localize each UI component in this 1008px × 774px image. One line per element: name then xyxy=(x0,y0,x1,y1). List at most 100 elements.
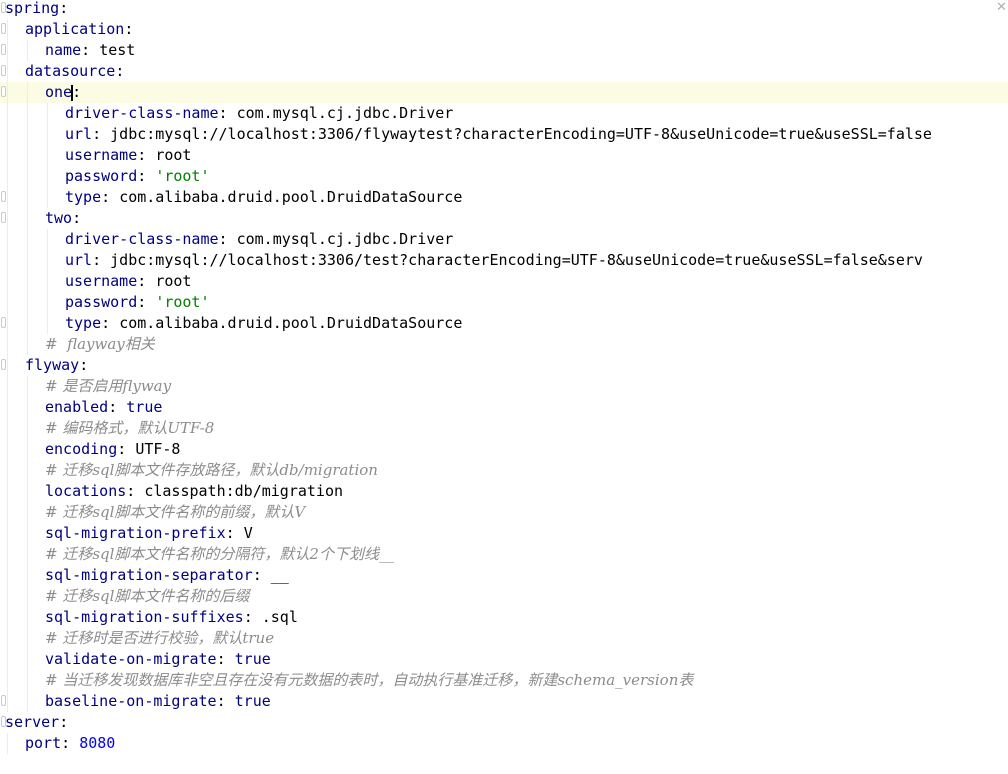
close-icon[interactable]: ✕ xyxy=(996,1,1008,14)
code-line-comment[interactable]: # 迁移sql脚本文件名称的分隔符，默认2个下划线__ xyxy=(0,544,1008,565)
code-line[interactable]: username: root xyxy=(0,271,1008,292)
yaml-value: jdbc:mysql://localhost:3306/test?charact… xyxy=(110,251,923,269)
indent-guide xyxy=(7,418,8,439)
indent-guide xyxy=(7,586,8,607)
fold-marker-icon[interactable] xyxy=(1,86,6,97)
indent-guide xyxy=(27,439,28,460)
indent-guide xyxy=(47,145,48,166)
code-line[interactable]: username: root xyxy=(0,145,1008,166)
yaml-separator: : xyxy=(101,314,120,332)
code-line[interactable]: password: 'root' xyxy=(0,166,1008,187)
code-line[interactable]: validate-on-migrate: true xyxy=(0,649,1008,670)
indent-guide xyxy=(27,418,28,439)
code-line[interactable]: baseline-on-migrate: true xyxy=(0,691,1008,712)
yaml-key: server xyxy=(5,713,60,731)
code-line-comment[interactable]: # 当迁移发现数据库非空且存在没有元数据的表时，自动执行基准迁移，新建schem… xyxy=(0,670,1008,691)
code-line[interactable]: name: test xyxy=(0,40,1008,61)
indent-guide xyxy=(7,250,8,271)
code-line[interactable]: url: jdbc:mysql://localhost:3306/test?ch… xyxy=(0,250,1008,271)
indent-guide xyxy=(27,271,28,292)
code-line[interactable]: server: xyxy=(0,712,1008,733)
code-line[interactable]: spring: xyxy=(0,0,1008,19)
code-line-comment[interactable]: # 迁移sql脚本文件名称的后缀 xyxy=(0,586,1008,607)
indent-guide xyxy=(27,481,28,502)
yaml-separator: : xyxy=(252,566,271,584)
code-line[interactable]: port: 8080 xyxy=(0,733,1008,754)
indent-guide xyxy=(27,208,28,229)
fold-marker-icon[interactable] xyxy=(1,212,6,223)
code-line[interactable]: flyway: xyxy=(0,355,1008,376)
yaml-value: test xyxy=(99,41,136,59)
fold-marker-icon[interactable] xyxy=(1,23,6,34)
yaml-value: .sql xyxy=(261,608,298,626)
indent-guide xyxy=(27,565,28,586)
code-text: one: xyxy=(45,82,81,103)
yaml-separator: : xyxy=(92,251,111,269)
code-line-comment[interactable]: # flayway相关 xyxy=(0,334,1008,355)
yaml-separator: : xyxy=(117,440,136,458)
code-text: server: xyxy=(5,712,68,733)
code-text: password: 'root' xyxy=(65,166,210,187)
code-line-comment[interactable]: # 迁移sql脚本文件名称的前缀，默认V xyxy=(0,502,1008,523)
fold-marker-icon[interactable] xyxy=(1,44,6,55)
code-line[interactable]: password: 'root' xyxy=(0,292,1008,313)
code-line[interactable]: sql-migration-prefix: V xyxy=(0,523,1008,544)
yaml-comment: # 编码格式，默认UTF-8 xyxy=(45,419,215,437)
fold-marker-icon[interactable] xyxy=(1,359,6,370)
code-text: name: test xyxy=(45,40,135,61)
code-text: # flayway相关 xyxy=(45,334,155,355)
code-line-comment[interactable]: # 是否启用flyway xyxy=(0,376,1008,397)
code-line-comment[interactable]: # 迁移sql脚本文件存放路径，默认db/migration xyxy=(0,460,1008,481)
yaml-key: enabled xyxy=(45,398,109,416)
yaml-separator: : xyxy=(115,62,125,80)
code-line[interactable]: one: xyxy=(0,82,1008,103)
code-line-comment[interactable]: # 迁移时是否进行校验，默认true xyxy=(0,628,1008,649)
yaml-separator: : xyxy=(101,188,120,206)
code-line[interactable]: locations: classpath:db/migration xyxy=(0,481,1008,502)
yaml-key: type xyxy=(65,314,102,332)
code-text: enabled: true xyxy=(45,397,162,418)
code-line[interactable]: encoding: UTF-8 xyxy=(0,439,1008,460)
code-text: flyway: xyxy=(25,355,88,376)
code-text: # 是否启用flyway xyxy=(45,376,171,397)
code-line[interactable]: type: com.alibaba.druid.pool.DruidDataSo… xyxy=(0,313,1008,334)
code-line[interactable]: type: com.alibaba.druid.pool.DruidDataSo… xyxy=(0,187,1008,208)
code-line[interactable]: application: xyxy=(0,19,1008,40)
indent-guide xyxy=(27,124,28,145)
yaml-key: baseline-on-migrate xyxy=(45,692,217,710)
yaml-value: 'root' xyxy=(155,293,210,311)
fold-marker-icon[interactable] xyxy=(1,317,6,328)
fold-marker-icon[interactable] xyxy=(1,695,6,706)
yaml-key: validate-on-migrate xyxy=(45,650,217,668)
code-line[interactable]: datasource: xyxy=(0,61,1008,82)
fold-marker-icon[interactable] xyxy=(1,191,6,202)
yaml-key: sql-migration-separator xyxy=(45,566,253,584)
code-line[interactable]: sql-migration-suffixes: .sql xyxy=(0,607,1008,628)
fold-marker-icon[interactable] xyxy=(1,65,6,76)
code-line[interactable]: two: xyxy=(0,208,1008,229)
code-line[interactable]: enabled: true xyxy=(0,397,1008,418)
code-line[interactable]: driver-class-name: com.mysql.cj.jdbc.Dri… xyxy=(0,103,1008,124)
yaml-value: com.mysql.cj.jdbc.Driver xyxy=(236,230,454,248)
code-line[interactable]: url: jdbc:mysql://localhost:3306/flywayt… xyxy=(0,124,1008,145)
indent-guide xyxy=(27,628,28,649)
code-text: # 编码格式，默认UTF-8 xyxy=(45,418,214,439)
yaml-key: username xyxy=(65,272,138,290)
indent-guide xyxy=(7,40,8,61)
indent-guide xyxy=(27,292,28,313)
code-text: sql-migration-prefix: V xyxy=(45,523,253,544)
code-editor[interactable]: spring: application: name: test datasource:… xyxy=(0,0,1008,774)
yaml-separator: : xyxy=(92,125,111,143)
code-line[interactable]: driver-class-name: com.mysql.cj.jdbc.Dri… xyxy=(0,229,1008,250)
indent-guide xyxy=(27,376,28,397)
indent-guide xyxy=(7,292,8,313)
indent-guide xyxy=(7,313,8,334)
indent-guide xyxy=(7,691,8,712)
indent-guide xyxy=(7,523,8,544)
yaml-comment: # 是否启用flyway xyxy=(45,377,172,395)
yaml-key: spring xyxy=(5,0,60,17)
indent-guide xyxy=(47,313,48,334)
code-line-comment[interactable]: # 编码格式，默认UTF-8 xyxy=(0,418,1008,439)
code-text: two: xyxy=(45,208,81,229)
code-line[interactable]: sql-migration-separator: __ xyxy=(0,565,1008,586)
